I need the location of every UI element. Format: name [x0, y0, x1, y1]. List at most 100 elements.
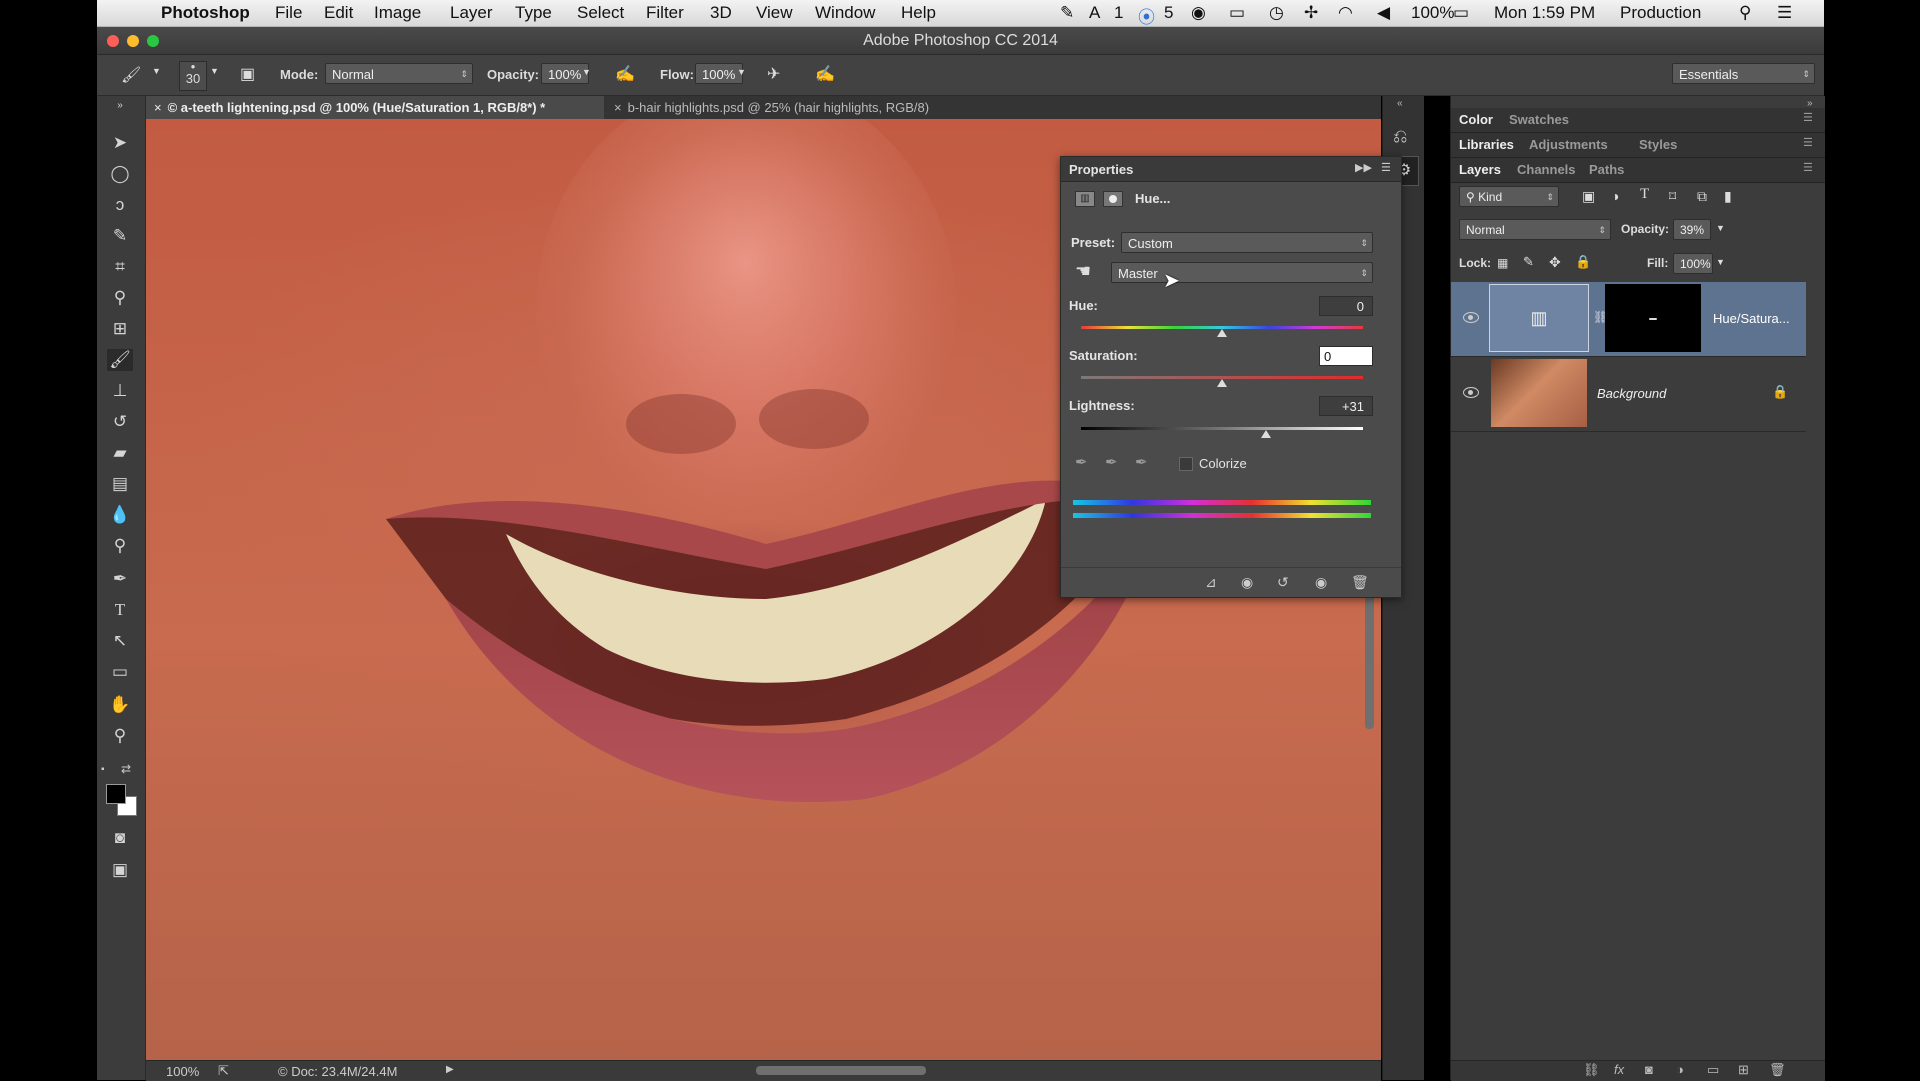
- visibility-eye-icon[interactable]: [1463, 312, 1479, 323]
- airplay-icon[interactable]: ▭: [1229, 3, 1245, 23]
- delete-layer-icon[interactable]: 🗑: [1769, 1062, 1786, 1078]
- toggle-visibility-eye-icon[interactable]: ◉: [1315, 574, 1327, 591]
- status-menu-arrow-icon[interactable]: ▶: [446, 1064, 454, 1075]
- visibility-eye-icon[interactable]: [1463, 387, 1479, 398]
- view-previous-state-icon[interactable]: ◉: [1241, 574, 1253, 591]
- panel-menu-icon[interactable]: ☰: [1803, 161, 1813, 174]
- clone-stamp-tool-icon[interactable]: ⊥: [107, 380, 133, 402]
- minimize-window-button[interactable]: [127, 35, 139, 47]
- tab-styles[interactable]: Styles: [1639, 137, 1677, 152]
- battery-icon[interactable]: ▭: [1453, 3, 1469, 23]
- path-selection-tool-icon[interactable]: ↖: [107, 630, 133, 652]
- layer-row-background[interactable]: Background 🔒: [1451, 357, 1806, 432]
- tab-paths[interactable]: Paths: [1589, 162, 1624, 177]
- rectangle-tool-icon[interactable]: ▭: [107, 661, 133, 683]
- eraser-tool-icon[interactable]: ▰: [107, 442, 133, 464]
- creative-cloud-icon[interactable]: ⦿: [1138, 3, 1155, 28]
- layer-filter-dropdown[interactable]: ⚲ Kind ⇕: [1459, 186, 1559, 207]
- chevron-down-icon[interactable]: ▼: [210, 66, 219, 76]
- add-mask-icon[interactable]: ◙: [1645, 1062, 1653, 1077]
- menu-edit[interactable]: Edit: [324, 3, 353, 23]
- hand-tool-icon[interactable]: ✋: [107, 694, 133, 716]
- share-icon[interactable]: ⇱: [218, 1063, 229, 1079]
- filter-toggle-icon[interactable]: ▮: [1724, 188, 1732, 205]
- fx-icon[interactable]: fx: [1614, 1062, 1624, 1077]
- layer-name[interactable]: Background: [1597, 386, 1666, 401]
- time-machine-icon[interactable]: ◷: [1269, 3, 1284, 23]
- menu-image[interactable]: Image: [374, 3, 421, 23]
- menu-window[interactable]: Window: [815, 3, 875, 23]
- tool-status-icon[interactable]: ✎: [1060, 3, 1074, 23]
- delete-adjustment-icon[interactable]: 🗑: [1351, 574, 1369, 591]
- eyedropper-minus-icon[interactable]: ✒: [1135, 453, 1148, 471]
- chevron-down-icon[interactable]: ▼: [737, 67, 746, 77]
- marquee-tool-icon[interactable]: ◯: [107, 163, 133, 185]
- clip-to-layer-icon[interactable]: ⊿: [1205, 574, 1217, 591]
- filter-smart-object-icon[interactable]: ⧉: [1697, 188, 1707, 205]
- notification-center-icon[interactable]: ☰: [1777, 3, 1792, 23]
- foreground-color-swatch[interactable]: [106, 784, 126, 804]
- menu-app-name[interactable]: Photoshop: [161, 3, 250, 23]
- menu-3d[interactable]: 3D: [710, 3, 732, 23]
- layer-opacity-field[interactable]: 39%: [1673, 219, 1711, 240]
- layer-mask-thumbnail[interactable]: [1605, 284, 1701, 352]
- eyedropper-plus-icon[interactable]: ✒: [1105, 453, 1118, 471]
- eyedropper-icon[interactable]: ✒: [1075, 453, 1088, 471]
- clock[interactable]: Mon 1:59 PM: [1494, 3, 1595, 23]
- hue-value-field[interactable]: 0: [1319, 296, 1373, 316]
- history-panel-icon[interactable]: ⎌: [1393, 126, 1407, 147]
- lasso-tool-icon[interactable]: ↄ: [107, 194, 133, 216]
- horizontal-scrollbar[interactable]: [756, 1066, 926, 1075]
- type-tool-icon[interactable]: T: [107, 599, 133, 621]
- close-window-button[interactable]: [107, 35, 119, 47]
- mode-dropdown[interactable]: Normal ⇕: [325, 63, 473, 84]
- link-layers-icon[interactable]: ⛓: [1583, 1062, 1600, 1078]
- lock-all-icon[interactable]: 🔒: [1575, 254, 1591, 270]
- spotlight-search-icon[interactable]: ⚲: [1739, 3, 1751, 23]
- pressure-size-icon[interactable]: ✍: [815, 64, 835, 84]
- close-tab-icon[interactable]: ×: [154, 100, 162, 115]
- filter-shape-icon[interactable]: ⌑: [1669, 188, 1676, 205]
- new-group-icon[interactable]: ▭: [1707, 1062, 1719, 1078]
- fill-field[interactable]: 100%: [1673, 253, 1713, 274]
- document-tab[interactable]: × b-hair highlights.psd @ 25% (hair highl…: [606, 96, 1034, 119]
- user-menu[interactable]: Production: [1620, 3, 1701, 23]
- tab-adjustments[interactable]: Adjustments: [1529, 137, 1608, 152]
- menu-layer[interactable]: Layer: [450, 3, 493, 23]
- lock-transparent-icon[interactable]: ▦: [1497, 256, 1508, 270]
- channel-dropdown[interactable]: Master ⇕: [1111, 262, 1373, 283]
- lock-position-icon[interactable]: ✥: [1549, 254, 1561, 271]
- lock-pixels-icon[interactable]: ✎: [1523, 254, 1534, 270]
- chevron-down-icon[interactable]: ▼: [1716, 257, 1725, 267]
- volume-icon[interactable]: ◀: [1377, 3, 1390, 23]
- flow-field[interactable]: 100%: [695, 63, 743, 84]
- menu-help[interactable]: Help: [901, 3, 936, 23]
- bluetooth-icon[interactable]: ✢: [1304, 3, 1318, 23]
- zoom-window-button[interactable]: [147, 35, 159, 47]
- document-tab-active[interactable]: × © a-teeth lightening.psd @ 100% (Hue/Sa…: [146, 96, 604, 119]
- tab-channels[interactable]: Channels: [1517, 162, 1576, 177]
- tab-layers[interactable]: Layers: [1459, 162, 1501, 177]
- menu-type[interactable]: Type: [515, 3, 552, 23]
- panel-menu-icon[interactable]: ☰: [1803, 136, 1813, 149]
- gradient-tool-icon[interactable]: ▤: [107, 473, 133, 495]
- menu-view[interactable]: View: [756, 3, 793, 23]
- dodge-tool-icon[interactable]: ⚲: [107, 535, 133, 557]
- chevron-down-icon[interactable]: ▼: [152, 66, 161, 76]
- menu-file[interactable]: File: [275, 3, 302, 23]
- crop-tool-icon[interactable]: ⌗: [107, 256, 133, 278]
- collapse-icon[interactable]: «: [1397, 98, 1403, 109]
- reset-icon[interactable]: ↺: [1277, 574, 1289, 591]
- default-colors-icon[interactable]: ▪: [101, 764, 105, 775]
- zoom-level[interactable]: 100%: [166, 1064, 199, 1079]
- airbrush-icon[interactable]: ✈: [767, 64, 780, 84]
- chevron-down-icon[interactable]: ▼: [1716, 223, 1725, 233]
- panel-menu-icon[interactable]: ☰: [1803, 111, 1813, 124]
- brush-panel-toggle-icon[interactable]: ▣: [240, 64, 255, 84]
- filter-type-icon[interactable]: T: [1640, 186, 1649, 203]
- workspace-switcher[interactable]: Essentials ⇕: [1672, 63, 1815, 84]
- lightness-value-field[interactable]: +31: [1319, 396, 1373, 416]
- new-adjustment-icon[interactable]: ◑: [1676, 1062, 1684, 1077]
- saturation-value-field[interactable]: 0: [1319, 346, 1373, 366]
- move-tool-icon[interactable]: ➤: [107, 132, 133, 154]
